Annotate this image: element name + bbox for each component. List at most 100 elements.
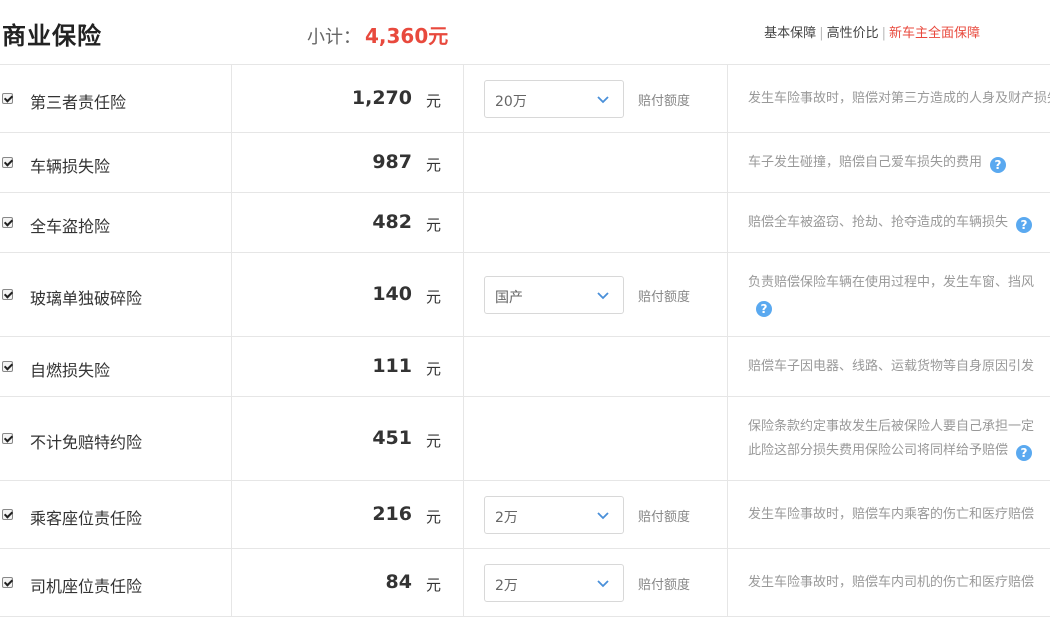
help-icon[interactable]: ? bbox=[1016, 216, 1033, 233]
column-divider bbox=[727, 253, 728, 336]
coverage-price: 1,270 bbox=[351, 86, 412, 109]
column-divider bbox=[727, 337, 728, 396]
plan-value[interactable]: 高性价比 bbox=[827, 26, 879, 41]
price-unit: 元 bbox=[426, 155, 442, 174]
plan-separator: | bbox=[881, 26, 886, 41]
price-unit: 元 bbox=[426, 431, 442, 450]
coverage-description: 发生车险事故时，赔偿车内司机的伤亡和医疗赔偿 bbox=[748, 571, 1050, 595]
limit-select-value: 20万 bbox=[495, 93, 527, 110]
description-line: 发生车险事故时，赔偿车内司机的伤亡和医疗赔偿 bbox=[748, 571, 1050, 595]
insurance-table: 第三者责任险 1,270 元 20万 赔付额度 发生车险事故时，赔偿对第三方造成的人身… bbox=[0, 64, 1050, 617]
price-unit: 元 bbox=[426, 91, 442, 110]
column-divider bbox=[727, 549, 728, 616]
limit-select-value: 2万 bbox=[495, 577, 518, 594]
include-checkbox[interactable] bbox=[2, 156, 13, 168]
description-text: 发生车险事故时，赔偿车内乘客的伤亡和医疗赔偿 bbox=[748, 506, 1035, 522]
subtotal-value: 4,360元 bbox=[365, 24, 449, 48]
description-line: 车子发生碰撞，赔偿自己爱车损失的费用? bbox=[748, 151, 1050, 175]
include-checkbox[interactable] bbox=[2, 288, 13, 300]
description-line: 赔偿全车被盗窃、抢劫、抢夺造成的车辆损失? bbox=[748, 211, 1050, 235]
coverage-price: 140 bbox=[372, 282, 412, 305]
column-divider bbox=[463, 253, 464, 336]
column-divider bbox=[463, 397, 464, 480]
help-icon[interactable]: ? bbox=[990, 156, 1007, 173]
column-divider bbox=[727, 481, 728, 548]
coverage-price: 482 bbox=[372, 210, 412, 233]
description-text: 发生车险事故时，赔偿车内司机的伤亡和医疗赔偿 bbox=[748, 574, 1035, 590]
limit-select-value: 国产 bbox=[495, 289, 523, 306]
coverage-description: 发生车险事故时，赔偿车内乘客的伤亡和医疗赔偿 bbox=[748, 503, 1050, 527]
table-row: 车辆损失险 987 元 车子发生碰撞，赔偿自己爱车损失的费用? bbox=[0, 133, 1050, 193]
column-divider bbox=[727, 65, 728, 132]
limit-select[interactable]: 2万 bbox=[484, 495, 624, 534]
column-divider bbox=[231, 133, 232, 192]
page-title: 商业保险 bbox=[2, 22, 102, 50]
column-divider bbox=[463, 481, 464, 548]
description-line: 保险条款约定事故发生后被保险人要自己承担一定 bbox=[748, 415, 1050, 439]
description-text: 赔偿全车被盗窃、抢劫、抢夺造成的车辆损失 bbox=[748, 214, 1009, 230]
description-text: 车子发生碰撞，赔偿自己爱车损失的费用 bbox=[748, 154, 983, 170]
limit-select-value: 2万 bbox=[495, 509, 518, 526]
help-icon[interactable]: ? bbox=[1016, 444, 1033, 461]
plan-separator: | bbox=[819, 26, 824, 41]
include-checkbox[interactable] bbox=[2, 360, 13, 372]
include-checkbox[interactable] bbox=[2, 576, 13, 588]
description-line: 此险这部分损失费用保险公司将同样给予赔偿? bbox=[748, 439, 1050, 463]
price-unit: 元 bbox=[426, 215, 442, 234]
include-checkbox[interactable] bbox=[2, 508, 13, 520]
column-divider bbox=[231, 193, 232, 252]
plan-basic[interactable]: 基本保障 bbox=[764, 26, 816, 41]
column-divider bbox=[463, 65, 464, 132]
coverage-description: 负责赔偿保险车辆在使用过程中，发生车窗、挡风? bbox=[748, 271, 1050, 319]
price-unit: 元 bbox=[426, 575, 442, 594]
limit-label: 赔付额度 bbox=[638, 289, 691, 305]
description-line: 赔偿车子因电器、线路、运载货物等自身原因引发 bbox=[748, 355, 1050, 379]
include-checkbox[interactable] bbox=[2, 432, 13, 444]
coverage-name: 第三者责任险 bbox=[30, 92, 127, 112]
limit-select[interactable]: 20万 bbox=[484, 79, 624, 118]
description-text: 发生车险事故时，赔偿对第三方造成的人身及财产损失 bbox=[748, 90, 1050, 106]
coverage-name: 玻璃单独破碎险 bbox=[30, 288, 143, 308]
column-divider bbox=[463, 133, 464, 192]
column-divider bbox=[231, 549, 232, 616]
coverage-description: 保险条款约定事故发生后被保险人要自己承担一定 此险这部分损失费用保险公司将同样给予… bbox=[748, 415, 1050, 463]
description-text: 此险这部分损失费用保险公司将同样给予赔偿 bbox=[748, 442, 1009, 458]
coverage-price: 987 bbox=[372, 150, 412, 173]
price-unit: 元 bbox=[426, 359, 442, 378]
description-line: 负责赔偿保险车辆在使用过程中，发生车窗、挡风 bbox=[748, 271, 1050, 295]
coverage-description: 车子发生碰撞，赔偿自己爱车损失的费用? bbox=[748, 151, 1050, 175]
chevron-down-icon bbox=[597, 579, 609, 587]
column-divider bbox=[463, 337, 464, 396]
coverage-price: 216 bbox=[372, 502, 412, 525]
table-row: 全车盗抢险 482 元 赔偿全车被盗窃、抢劫、抢夺造成的车辆损失? bbox=[0, 193, 1050, 253]
table-row: 玻璃单独破碎险 140 元 国产 赔付额度 负责赔偿保险车辆在使用过程中，发生车窗、挡… bbox=[0, 253, 1050, 337]
column-divider bbox=[231, 481, 232, 548]
chevron-down-icon bbox=[597, 95, 609, 103]
plan-new-owner-full[interactable]: 新车主全面保障 bbox=[889, 26, 980, 41]
coverage-name: 司机座位责任险 bbox=[30, 576, 143, 596]
limit-label: 赔付额度 bbox=[638, 93, 691, 109]
column-divider bbox=[231, 337, 232, 396]
limit-label: 赔付额度 bbox=[638, 577, 691, 593]
coverage-description: 发生车险事故时，赔偿对第三方造成的人身及财产损失 bbox=[748, 87, 1050, 111]
limit-select[interactable]: 国产 bbox=[484, 275, 624, 314]
include-checkbox[interactable] bbox=[2, 92, 13, 104]
help-icon[interactable]: ? bbox=[756, 300, 772, 317]
chevron-down-icon bbox=[597, 511, 609, 519]
column-divider bbox=[727, 193, 728, 252]
price-unit: 元 bbox=[426, 287, 442, 306]
coverage-description: 赔偿全车被盗窃、抢劫、抢夺造成的车辆损失? bbox=[748, 211, 1050, 235]
coverage-price: 451 bbox=[372, 426, 412, 449]
column-divider bbox=[463, 193, 464, 252]
limit-select[interactable]: 2万 bbox=[484, 563, 624, 602]
table-row: 不计免赔特约险 451 元 保险条款约定事故发生后被保险人要自己承担一定 此险这部分损失… bbox=[0, 397, 1050, 481]
coverage-name: 自燃损失险 bbox=[30, 360, 111, 380]
plan-presets: 基本保障 | 高性价比 | 新车主全面保障 bbox=[764, 22, 980, 41]
column-divider bbox=[463, 549, 464, 616]
coverage-description: 赔偿车子因电器、线路、运载货物等自身原因引发 bbox=[748, 355, 1050, 379]
description-text: 负责赔偿保险车辆在使用过程中，发生车窗、挡风 bbox=[748, 274, 1035, 290]
description-line: 发生车险事故时，赔偿车内乘客的伤亡和医疗赔偿 bbox=[748, 503, 1050, 527]
coverage-name: 全车盗抢险 bbox=[30, 216, 111, 236]
include-checkbox[interactable] bbox=[2, 216, 13, 228]
limit-label: 赔付额度 bbox=[638, 509, 691, 525]
